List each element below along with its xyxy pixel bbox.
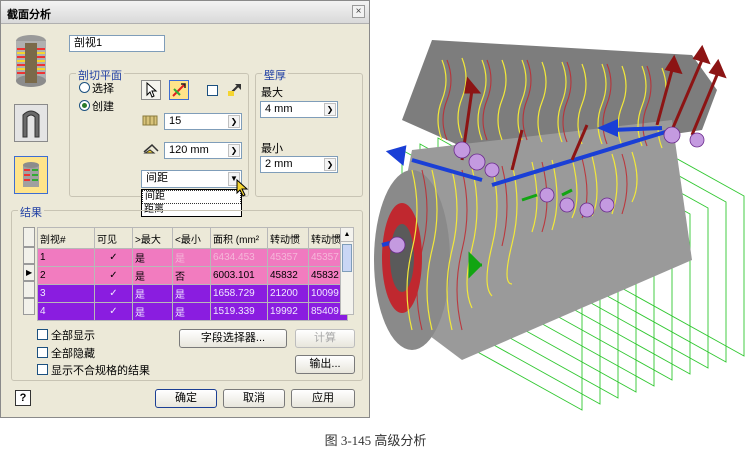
- results-scrollbar[interactable]: ▲: [340, 227, 354, 315]
- cell-gt-max: 是: [132, 284, 173, 303]
- column-header[interactable]: 转动惯: [267, 227, 309, 249]
- hide-all-label: 全部隐藏: [51, 348, 95, 360]
- cell-gt-max: 是: [132, 266, 173, 285]
- row-selector-4[interactable]: [23, 298, 35, 315]
- plane-pick-button[interactable]: [169, 80, 189, 100]
- rotation-field[interactable]: 120 mm ❯: [164, 142, 242, 159]
- table-row[interactable]: 2 ✓ 是 否 6003.101 45832 45832: [37, 266, 348, 285]
- create-radio[interactable]: [79, 100, 90, 111]
- rotation-icon: [142, 142, 160, 159]
- cell-lt-min: 是: [172, 248, 211, 267]
- results-label: 结果: [18, 204, 44, 220]
- help-icon[interactable]: ?: [15, 390, 31, 406]
- close-button[interactable]: ×: [352, 5, 365, 18]
- max-thickness-field[interactable]: 4 mm ❯: [260, 101, 338, 118]
- mouse-cursor-icon: [236, 178, 250, 200]
- show-noncompliant-label: 显示不合规格的结果: [51, 365, 150, 377]
- cancel-button[interactable]: 取消: [223, 389, 285, 408]
- table-header-row: 剖视# 可见 >最大 <最小 面积 (mm² 转动惯 转动惯: [37, 227, 348, 249]
- wall-thickness-label: 壁厚: [262, 67, 288, 83]
- column-header[interactable]: 可见: [94, 227, 133, 249]
- offset-icon: [142, 113, 160, 130]
- cell-id: 4: [37, 302, 95, 321]
- create-radio-label: 创建: [92, 101, 114, 113]
- compute-button[interactable]: 计算: [295, 329, 355, 348]
- title-bar: 截面分析 ×: [1, 1, 369, 24]
- cell-inertia-1: 21200: [267, 284, 309, 303]
- cell-inertia-1: 19992: [267, 302, 309, 321]
- view-name-field[interactable]: 剖视1: [69, 35, 165, 52]
- show-all-label: 全部显示: [51, 330, 95, 342]
- offset-spin-arrow[interactable]: ❯: [228, 115, 240, 128]
- cell-id: 3: [37, 284, 95, 303]
- row-selector-header: [23, 227, 35, 247]
- scroll-up-button[interactable]: ▲: [341, 228, 353, 242]
- table-row[interactable]: 3 ✓ 是 是 1658.729 21200 10099: [37, 284, 348, 303]
- min-thickness-value: 2 mm: [265, 158, 293, 170]
- max-spin-arrow[interactable]: ❯: [324, 103, 336, 116]
- table-row[interactable]: 4 ✓ 是 是 1519.339 19992 85409: [37, 302, 348, 321]
- model-viewport[interactable]: [372, 0, 751, 418]
- plane-display-checkbox[interactable]: [207, 85, 218, 96]
- apply-button[interactable]: 应用: [291, 389, 355, 408]
- row-selector-1[interactable]: [23, 247, 35, 264]
- max-thickness-label: 最大: [261, 87, 283, 99]
- select-radio-label: 选择: [92, 83, 114, 95]
- plane-arrow-icon[interactable]: [227, 81, 243, 100]
- figure-caption: 图 3-145 高级分析: [324, 433, 427, 448]
- cell-area: 1658.729: [210, 284, 268, 303]
- cell-inertia-1: 45832: [267, 266, 309, 285]
- export-button[interactable]: 输出...: [295, 355, 355, 374]
- cell-visible[interactable]: ✓: [94, 248, 133, 267]
- min-thickness-label: 最小: [261, 143, 283, 155]
- select-radio[interactable]: [79, 82, 90, 93]
- pointer-select-button[interactable]: [141, 80, 161, 100]
- dialog-title: 截面分析: [7, 9, 51, 21]
- wall-thickness-mode-button[interactable]: [14, 104, 48, 142]
- column-header[interactable]: 剖视#: [37, 227, 95, 249]
- column-header[interactable]: 面积 (mm²: [210, 227, 268, 249]
- cell-id: 1: [37, 248, 95, 267]
- column-header[interactable]: >最大: [132, 227, 173, 249]
- cell-area: 6003.101: [210, 266, 268, 285]
- cell-visible[interactable]: ✓: [94, 266, 133, 285]
- section-analysis-dialog: 截面分析 × 剖视1 剖切平面 选择 创建 15 ❯ 120 mm ❯ 间距 ▼…: [0, 0, 370, 418]
- row-selector-2[interactable]: ▶: [23, 264, 35, 281]
- field-selector-button[interactable]: 字段选择器...: [179, 329, 287, 348]
- show-all-checkbox[interactable]: [37, 329, 48, 340]
- cell-lt-min: 否: [172, 266, 211, 285]
- column-header[interactable]: <最小: [172, 227, 211, 249]
- cell-visible[interactable]: ✓: [94, 284, 133, 303]
- cell-area: 1519.339: [210, 302, 268, 321]
- rotation-value: 120 mm: [169, 144, 209, 156]
- section-mode-button[interactable]: [14, 156, 48, 194]
- cell-inertia-1: 45357: [267, 248, 309, 267]
- cell-lt-min: 是: [172, 284, 211, 303]
- rotation-spin-arrow[interactable]: ❯: [228, 144, 240, 157]
- section-model-illustration: [374, 40, 745, 411]
- show-noncompliant-checkbox[interactable]: [37, 364, 48, 375]
- offset-field[interactable]: 15 ❯: [164, 113, 242, 130]
- spacing-dropdown-value: 间距: [146, 172, 168, 184]
- cell-visible[interactable]: ✓: [94, 302, 133, 321]
- cell-gt-max: 是: [132, 248, 173, 267]
- cell-id: 2: [37, 266, 95, 285]
- offset-value: 15: [169, 115, 182, 127]
- dropdown-option-spacing[interactable]: 间距: [142, 190, 241, 204]
- section-analysis-icon: [11, 31, 51, 89]
- row-selector-3[interactable]: [23, 281, 35, 298]
- min-spin-arrow[interactable]: ❯: [324, 158, 336, 171]
- cell-lt-min: 是: [172, 302, 211, 321]
- cell-gt-max: 是: [132, 302, 173, 321]
- results-table: 剖视# 可见 >最大 <最小 面积 (mm² 转动惯 转动惯 1 ✓ 是 是 6…: [37, 227, 348, 321]
- spacing-dropdown[interactable]: 间距 ▼: [141, 170, 242, 188]
- table-row[interactable]: 1 ✓ 是 是 6434.453 45357 45357: [37, 248, 348, 267]
- ok-button[interactable]: 确定: [155, 389, 217, 408]
- hide-all-checkbox[interactable]: [37, 347, 48, 358]
- scroll-thumb[interactable]: [342, 244, 352, 272]
- min-thickness-field[interactable]: 2 mm ❯: [260, 156, 338, 173]
- max-thickness-value: 4 mm: [265, 103, 293, 115]
- cell-area: 6434.453: [210, 248, 268, 267]
